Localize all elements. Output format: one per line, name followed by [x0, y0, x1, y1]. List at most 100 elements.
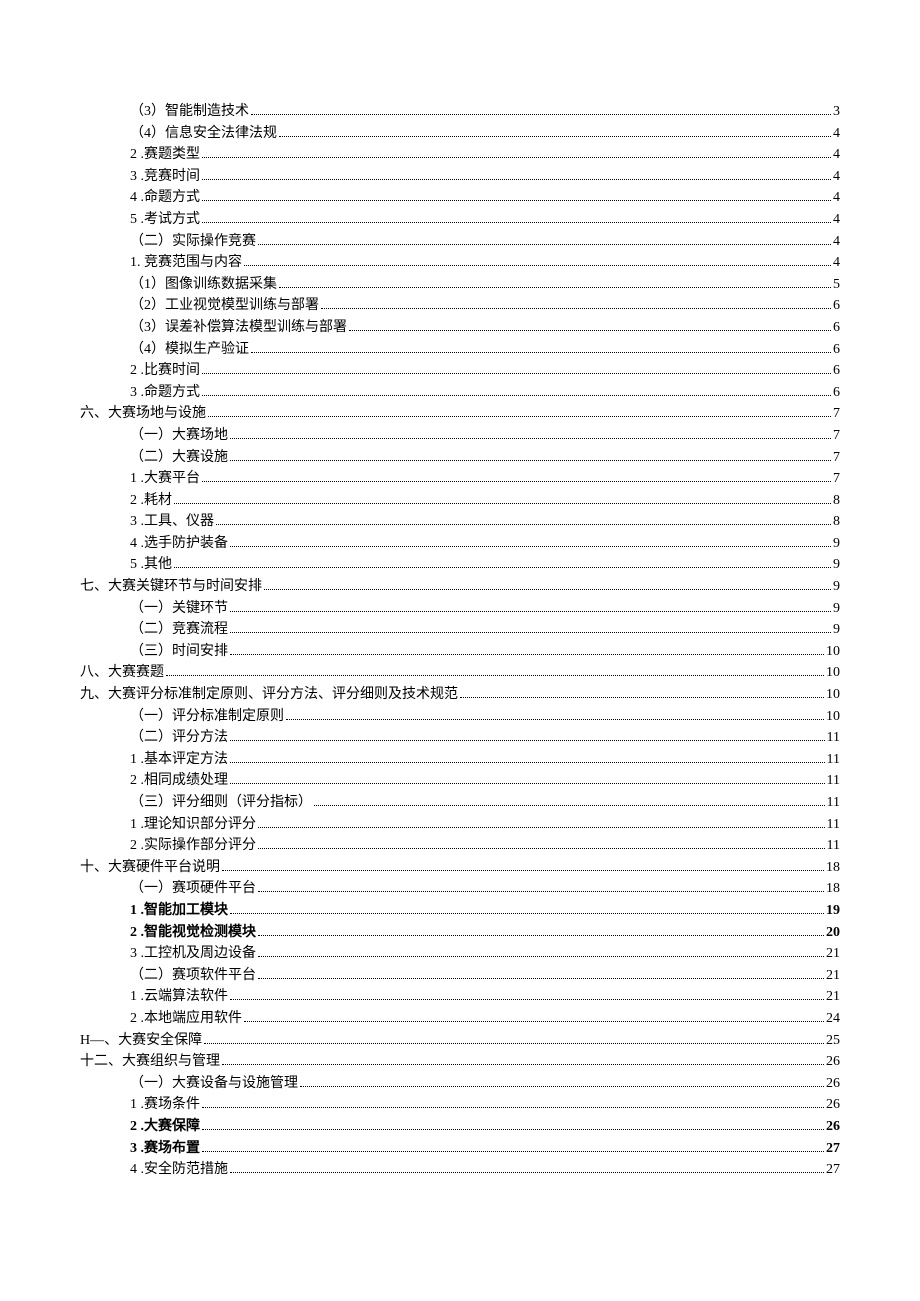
toc-entry-label: 3 .工具、仪器 [130, 512, 214, 532]
toc-entry: 1 .赛场条件26 [80, 1095, 840, 1115]
toc-entry: 3 .赛场布置 27 [80, 1139, 840, 1159]
toc-leader-dots [230, 546, 831, 547]
toc-entry-page: 3 [833, 102, 840, 122]
toc-entry: 十、大赛硬件平台说明 18 [80, 858, 840, 878]
toc-entry-page: 4 [833, 145, 840, 165]
toc-entry-label: 1 .云端算法软件 [130, 987, 228, 1007]
toc-entry-label: 十二、大赛组织与管理 [80, 1052, 220, 1072]
toc-entry: 2 .本地端应用软件24 [80, 1009, 840, 1029]
toc-entry: （三）评分细则（评分指标） 11 [80, 793, 840, 813]
toc-entry-page: 21 [826, 944, 840, 964]
toc-entry: （二）大赛设施 7 [80, 448, 840, 468]
toc-entry-label: 4 .选手防护装备 [130, 534, 228, 554]
toc-leader-dots [222, 870, 824, 871]
toc-entry-label: （4）信息安全法律法规 [130, 124, 277, 144]
toc-leader-dots [300, 1086, 824, 1087]
toc-entry-page: 7 [833, 404, 840, 424]
toc-entry-page: 6 [833, 340, 840, 360]
toc-entry-label: 5 .考试方式 [130, 210, 200, 230]
toc-entry-page: 26 [826, 1095, 840, 1115]
toc-entry-page: 20 [826, 923, 840, 943]
toc-leader-dots [258, 244, 831, 245]
toc-entry-label: （一）大赛场地 [130, 426, 228, 446]
toc-entry: （一）大赛场地 7 [80, 426, 840, 446]
toc-leader-dots [174, 503, 831, 504]
toc-entry: 1 .云端算法软件21 [80, 987, 840, 1007]
toc-entry-page: 24 [826, 1009, 840, 1029]
toc-entry: 九、大赛评分标准制定原则、评分方法、评分细则及技术规范 10 [80, 685, 840, 705]
toc-leader-dots [279, 287, 831, 288]
toc-entry-label: 1 .大赛平台 [130, 469, 200, 489]
table-of-contents: （3）智能制造技术3（4）信息安全法律法规42 .赛题类型43 .竞赛时间44 … [80, 102, 840, 1180]
toc-entry-page: 9 [833, 555, 840, 575]
toc-entry: （3）误差补偿算法模型训练与部署6 [80, 318, 840, 338]
toc-leader-dots [202, 200, 831, 201]
toc-entry-label: 十、大赛硬件平台说明 [80, 858, 220, 878]
toc-entry: 1 .理论知识部分评分11 [80, 815, 840, 835]
toc-leader-dots [202, 1107, 824, 1108]
toc-leader-dots [258, 935, 824, 936]
toc-entry-label: 2 .相同成绩处理 [130, 771, 228, 791]
toc-entry-label: （4）模拟生产验证 [130, 340, 249, 360]
toc-leader-dots [244, 265, 831, 266]
toc-leader-dots [166, 675, 824, 676]
toc-entry: 2 .赛题类型4 [80, 145, 840, 165]
toc-leader-dots [202, 179, 831, 180]
toc-entry-page: 19 [826, 901, 840, 921]
toc-entry: 3 .竞赛时间4 [80, 167, 840, 187]
toc-entry: （二）赛项软件平台 21 [80, 966, 840, 986]
toc-leader-dots [204, 1043, 824, 1044]
toc-entry-label: （一）大赛设备与设施管理 [130, 1074, 298, 1094]
toc-entry-page: 10 [826, 685, 840, 705]
toc-entry-label: 3 .赛场布置 [130, 1139, 200, 1159]
toc-entry-page: 27 [826, 1139, 840, 1159]
toc-leader-dots [286, 719, 824, 720]
toc-entry: 2 .实际操作部分评分11 [80, 836, 840, 856]
toc-leader-dots [202, 395, 831, 396]
toc-entry: 4 .安全防范措施27 [80, 1160, 840, 1180]
toc-leader-dots [202, 1151, 824, 1152]
toc-leader-dots [258, 827, 825, 828]
toc-entry-page: 9 [833, 577, 840, 597]
toc-entry: （2）工业视觉模型训练与部署 6 [80, 296, 840, 316]
toc-leader-dots [230, 762, 825, 763]
toc-entry-label: 1 .理论知识部分评分 [130, 815, 256, 835]
toc-leader-dots [258, 848, 825, 849]
toc-entry: 七、大赛关键环节与时间安排 9 [80, 577, 840, 597]
toc-entry: （4）模拟生产验证 6 [80, 340, 840, 360]
toc-leader-dots [230, 438, 831, 439]
toc-entry: 3 .工控机及周边设备21 [80, 944, 840, 964]
toc-entry-page: 4 [833, 232, 840, 252]
toc-leader-dots [244, 1021, 824, 1022]
toc-entry-label: （2）工业视觉模型训练与部署 [130, 296, 319, 316]
toc-entry: 2 .相同成绩处理11 [80, 771, 840, 791]
toc-entry-page: 26 [826, 1117, 840, 1137]
toc-entry: （4）信息安全法律法规4 [80, 124, 840, 144]
toc-leader-dots [321, 308, 831, 309]
toc-leader-dots [202, 157, 831, 158]
toc-entry-label: （二）实际操作竞赛 [130, 232, 256, 252]
toc-entry: 4 .选手防护装备9 [80, 534, 840, 554]
toc-entry-label: （三）时间安排 [130, 642, 228, 662]
toc-entry: 2 .智能视觉检测模块 20 [80, 923, 840, 943]
toc-entry: 3 .工具、仪器 8 [80, 512, 840, 532]
toc-entry: 六、大赛场地与设施 7 [80, 404, 840, 424]
toc-leader-dots [208, 416, 831, 417]
toc-entry-label: 六、大赛场地与设施 [80, 404, 206, 424]
toc-entry-page: 18 [826, 858, 840, 878]
toc-entry: 2 .比赛时间 6 [80, 361, 840, 381]
toc-entry-page: 6 [833, 361, 840, 381]
toc-entry-page: 26 [826, 1052, 840, 1072]
toc-entry-label: 九、大赛评分标准制定原则、评分方法、评分细则及技术规范 [80, 685, 458, 705]
toc-leader-dots [230, 632, 831, 633]
toc-entry-label: 1 .基本评定方法 [130, 750, 228, 770]
toc-entry: H—、大赛安全保障25 [80, 1031, 840, 1051]
toc-entry-label: 八、大赛赛题 [80, 663, 164, 683]
toc-entry: 十二、大赛组织与管理 26 [80, 1052, 840, 1072]
toc-entry: （二）竞赛流程 9 [80, 620, 840, 640]
toc-entry: （3）智能制造技术3 [80, 102, 840, 122]
toc-entry: 4 .命题方式4 [80, 188, 840, 208]
toc-leader-dots [349, 330, 831, 331]
toc-entry-page: 27 [826, 1160, 840, 1180]
toc-entry-label: 2 .比赛时间 [130, 361, 200, 381]
